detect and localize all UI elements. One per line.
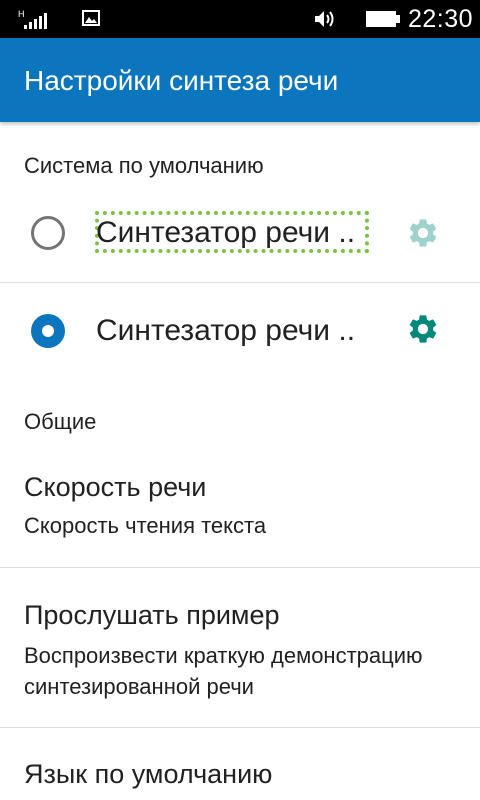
- radio-button-engine-2[interactable]: [31, 314, 65, 348]
- pref-default-language-title: Язык по умолчанию: [24, 759, 273, 789]
- pref-speech-rate-title: Скорость речи: [24, 472, 207, 502]
- engine-1-label: Синтезатор речи ..: [96, 216, 356, 249]
- engine-2-label: Синтезатор речи ..: [96, 314, 356, 347]
- divider: [0, 727, 480, 728]
- divider: [0, 282, 480, 283]
- signal-icon: H: [18, 9, 47, 29]
- pref-listen-example-summary: Воспроизвести краткую демонстрацию синте…: [24, 643, 423, 699]
- battery-icon: [366, 11, 400, 27]
- radio-button-engine-1[interactable]: [31, 216, 65, 250]
- gear-icon[interactable]: [406, 216, 440, 250]
- network-type-label: H: [18, 9, 25, 19]
- status-time: 22:30: [408, 5, 474, 33]
- image-notification-icon: [82, 10, 100, 26]
- section-header-default-system: Система по умолчанию: [24, 153, 264, 178]
- pref-listen-example-title: Прослушать пример: [24, 600, 280, 630]
- page-title: Настройки синтеза речи: [24, 65, 339, 96]
- divider: [0, 567, 480, 568]
- status-bar: H 22:30: [0, 0, 480, 38]
- pref-speech-rate-summary: Скорость чтения текста: [24, 513, 267, 538]
- volume-icon: [315, 11, 334, 27]
- gear-icon[interactable]: [406, 312, 440, 346]
- section-header-general: Общие: [24, 409, 97, 434]
- app-bar: Настройки синтеза речи: [0, 38, 480, 122]
